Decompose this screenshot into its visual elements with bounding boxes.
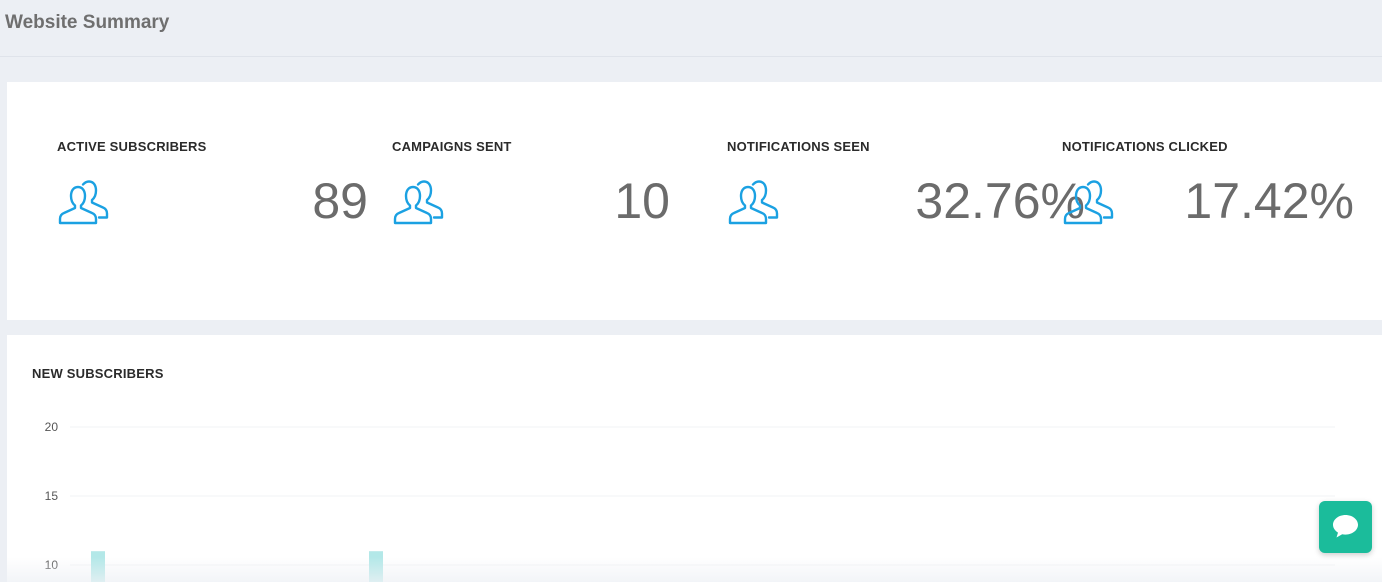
page-header: Website Summary: [0, 0, 1382, 57]
y-tick-label: 15: [45, 489, 59, 503]
new-subscribers-chart: 20 15 10: [45, 420, 1335, 582]
stat-value: 32.76%: [915, 173, 1085, 229]
stat-label: NOTIFICATIONS SEEN: [727, 139, 870, 154]
stat-label: ACTIVE SUBSCRIBERS: [57, 139, 207, 154]
y-tick-label: 10: [45, 558, 59, 572]
stat-label: NOTIFICATIONS CLICKED: [1062, 139, 1228, 154]
stat-active-subscribers: ACTIVE SUBSCRIBERS 89: [57, 82, 387, 320]
new-subscribers-card: NEW SUBSCRIBERS 20 15 10: [7, 335, 1382, 582]
users-icon: [1062, 176, 1114, 228]
stat-campaigns-sent: CAMPAIGNS SENT 10: [392, 82, 722, 320]
stat-value: 17.42%: [1184, 173, 1354, 229]
stats-card: ACTIVE SUBSCRIBERS 89 CAMPAIGNS SENT 10 …: [7, 82, 1382, 320]
stat-value: 10: [614, 173, 670, 229]
page-title: Website Summary: [5, 12, 170, 33]
users-icon: [727, 176, 779, 228]
chart-bar: [91, 551, 105, 582]
stat-notifications-clicked: NOTIFICATIONS CLICKED 17.42%: [1062, 82, 1382, 320]
stat-notifications-seen: NOTIFICATIONS SEEN 32.76%: [727, 82, 1085, 320]
users-icon: [392, 176, 444, 228]
chat-bubble-icon: [1333, 515, 1358, 538]
stat-value: 89: [312, 173, 368, 229]
chat-button[interactable]: [1319, 501, 1372, 553]
stat-label: CAMPAIGNS SENT: [392, 139, 512, 154]
y-tick-label: 20: [45, 420, 59, 434]
users-icon: [57, 176, 109, 228]
chart-bar: [369, 551, 383, 582]
